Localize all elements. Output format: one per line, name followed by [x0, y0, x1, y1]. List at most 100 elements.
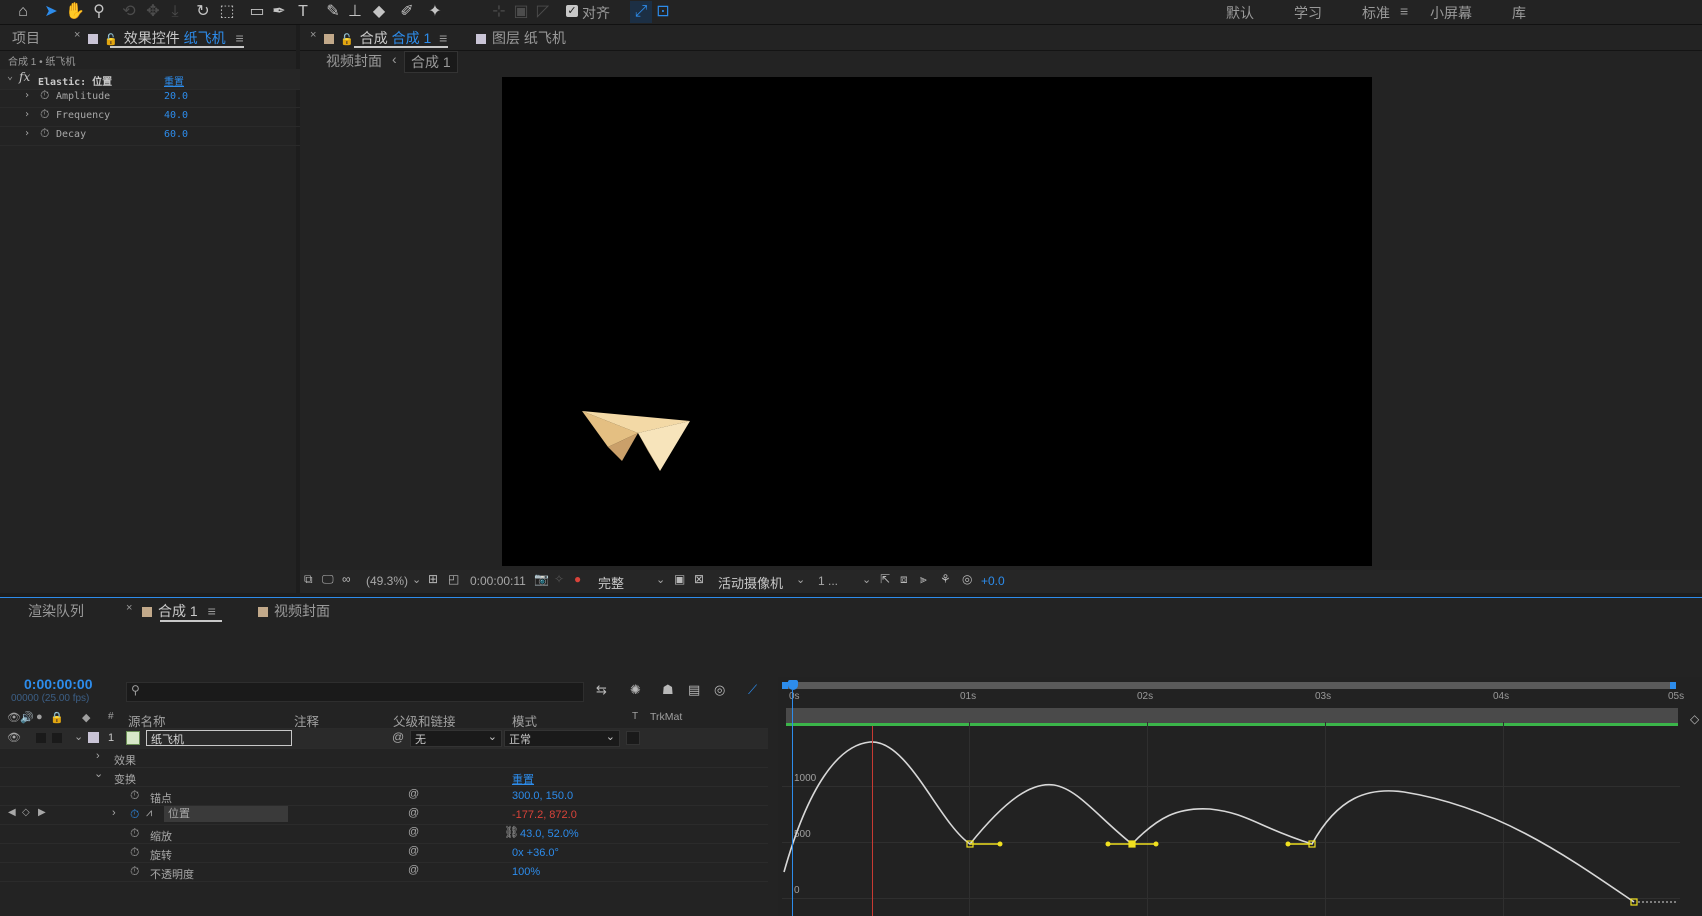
property-value[interactable]: 43.0, 52.0%	[520, 828, 579, 840]
close-tab-icon[interactable]: ×	[126, 602, 132, 614]
parent-dropdown[interactable]: 无 ⌄	[410, 730, 502, 747]
resolution-dropdown[interactable]: 完整	[598, 573, 624, 592]
pan-camera-icon[interactable]: ✥	[142, 1, 164, 23]
work-area-bar[interactable]	[782, 682, 1675, 689]
chevron-right-icon[interactable]: ›	[96, 750, 100, 762]
close-tab-icon[interactable]: ×	[310, 29, 316, 41]
brush-tool-icon[interactable]: ✎	[322, 1, 344, 23]
tab-layer[interactable]: 图层 纸飞机	[476, 28, 566, 48]
mask-icon[interactable]: ∞	[342, 572, 351, 586]
bezier-handle-point[interactable]	[1153, 841, 1159, 847]
stopwatch-icon[interactable]: ⏱	[130, 788, 139, 803]
chevron-down-icon[interactable]: ⌄	[94, 767, 103, 780]
zoom-dropdown[interactable]: (49.3%)	[366, 574, 408, 588]
column-source-name[interactable]: 源名称	[128, 711, 166, 730]
tab-comp-1[interactable]: 合成 1 ≡	[142, 601, 216, 621]
show-snapshot-icon[interactable]: ✧	[554, 572, 564, 586]
panel-menu-icon[interactable]: ≡	[439, 30, 447, 46]
dolly-camera-icon[interactable]: ⤓	[164, 1, 186, 23]
views-dropdown[interactable]: 1 ...	[818, 574, 838, 588]
effects-group-row[interactable]: › 效果	[0, 748, 768, 768]
blend-mode-dropdown[interactable]: 正常 ⌄	[504, 730, 620, 747]
workspace-libraries[interactable]: 库	[1512, 3, 1526, 23]
transform-reset-link[interactable]: 重置	[512, 771, 534, 787]
chevron-right-icon[interactable]: ›	[112, 807, 116, 819]
reset-exposure-icon[interactable]: ◎	[962, 572, 972, 586]
layer-name[interactable]: 纸飞机	[146, 730, 292, 746]
current-time-display[interactable]: 0:00:00:00	[24, 676, 93, 692]
lock-column-icon[interactable]: 🔒	[50, 711, 64, 724]
snap-checkbox[interactable]: ✓	[566, 5, 578, 17]
draft-3d-toggle-icon[interactable]: ✺	[630, 682, 641, 698]
camera-snapshot-icon[interactable]: 📷	[534, 572, 549, 586]
orbit-camera-icon[interactable]: ⟲	[118, 1, 140, 23]
chevron-right-icon[interactable]: ›	[24, 90, 30, 101]
transparency-grid-icon[interactable]: ⊠	[694, 572, 704, 586]
pick-whip-icon[interactable]: @	[392, 730, 404, 744]
pick-whip-icon[interactable]: @	[408, 845, 419, 857]
pick-whip-icon[interactable]: @	[408, 826, 419, 838]
work-area-end-handle[interactable]	[1670, 682, 1676, 689]
workspace-small-screen[interactable]: 小屏幕	[1430, 3, 1472, 23]
property-row-anchor[interactable]: ⏱ 锚点 @ 300.0, 150.0	[0, 786, 768, 806]
graph-curve[interactable]	[783, 741, 1635, 903]
workspace-menu-icon[interactable]: ≡	[1400, 3, 1408, 19]
local-axis-icon[interactable]: ⊹	[488, 1, 510, 23]
stopwatch-active-icon[interactable]: ⏱	[130, 807, 139, 822]
stopwatch-icon[interactable]: ⏱	[130, 845, 139, 860]
timeline-search-input[interactable]: ⚲	[126, 682, 584, 702]
eraser-tool-icon[interactable]: ◆	[368, 1, 390, 23]
type-tool-icon[interactable]: T	[292, 1, 314, 23]
param-value[interactable]: 20.0	[164, 91, 188, 102]
tab-video-cover[interactable]: 视频封面	[258, 601, 330, 621]
paper-plane-image[interactable]	[582, 407, 692, 473]
rotate-tool-icon[interactable]: ↻	[192, 1, 214, 23]
pan-behind-tool-icon[interactable]: ⬚	[216, 1, 238, 23]
bezier-handle-point[interactable]	[1285, 841, 1291, 847]
flowchart-parent[interactable]: 视频封面	[326, 51, 382, 71]
fit-icon[interactable]: ⊞	[428, 572, 438, 586]
workspace-learn[interactable]: 学习	[1294, 3, 1322, 23]
roto-brush-icon[interactable]: ✐	[396, 1, 418, 23]
view-axis-icon[interactable]: ◸	[532, 1, 554, 23]
video-visibility-icon[interactable]: 👁	[7, 711, 21, 724]
snap-features-icon[interactable]: ⊡	[652, 1, 674, 23]
chevron-right-icon[interactable]: ›	[24, 109, 30, 120]
snap-edges-icon[interactable]: ⤢	[630, 1, 652, 23]
selection-tool-icon[interactable]: ➤	[40, 1, 62, 23]
panel-menu-icon[interactable]: ≡	[208, 603, 216, 619]
pick-whip-icon[interactable]: @	[408, 807, 419, 819]
home-icon[interactable]: ⌂	[12, 1, 34, 23]
transform-group-row[interactable]: ⌄ 变换 重置	[0, 767, 768, 787]
pick-whip-icon[interactable]: @	[408, 864, 419, 876]
next-keyframe-icon[interactable]: ▶	[38, 807, 46, 818]
solo-icon[interactable]: ●	[36, 711, 43, 723]
eye-icon[interactable]: 👁	[7, 731, 21, 744]
flowchart-icon[interactable]: ⚘	[940, 572, 951, 586]
current-time-indicator-head[interactable]	[788, 680, 798, 690]
toggle-pixel-aspect-icon[interactable]: ⇱	[880, 572, 890, 586]
rectangle-tool-icon[interactable]: ▭	[246, 1, 268, 23]
hide-shy-layers-icon[interactable]: ☗	[662, 682, 674, 698]
tab-render-queue[interactable]: 渲染队列	[28, 601, 84, 621]
bezier-handle-point[interactable]	[997, 841, 1003, 847]
column-trkmat[interactable]: TrkMat	[650, 711, 682, 723]
hand-tool-icon[interactable]: ✋	[64, 1, 86, 23]
tab-composition[interactable]: 🔓 合成 合成 1 ≡	[324, 28, 447, 48]
tab-effect-controls[interactable]: 🔓 效果控件 纸飞机 ≡	[88, 28, 244, 48]
stopwatch-icon[interactable]: ⏱	[130, 864, 139, 879]
frame-blending-icon[interactable]: ▤	[688, 682, 700, 698]
always-preview-icon[interactable]: ⧉	[304, 572, 313, 587]
property-row-position[interactable]: ◀ ◇ ▶ › ⏱ ⩘ 位置 @ -177.2, 872.0	[0, 805, 768, 825]
exposure-value[interactable]: +0.0	[981, 574, 1005, 588]
timeline-icon[interactable]: ⫸	[920, 572, 927, 587]
clone-stamp-icon[interactable]: ⊥	[344, 1, 366, 23]
add-keyframe-icon[interactable]: ◇	[22, 807, 30, 818]
stopwatch-icon[interactable]: ⏱	[40, 107, 49, 122]
column-parent[interactable]: 父级和链接	[393, 711, 456, 730]
preserve-transparency-toggle[interactable]	[626, 731, 640, 745]
graph-editor-icon[interactable]: ⟋	[748, 682, 757, 698]
property-row-opacity[interactable]: ⏱ 不透明度 @ 100%	[0, 862, 768, 882]
stopwatch-icon[interactable]: ⏱	[40, 88, 49, 103]
column-mode[interactable]: 模式	[512, 711, 537, 730]
